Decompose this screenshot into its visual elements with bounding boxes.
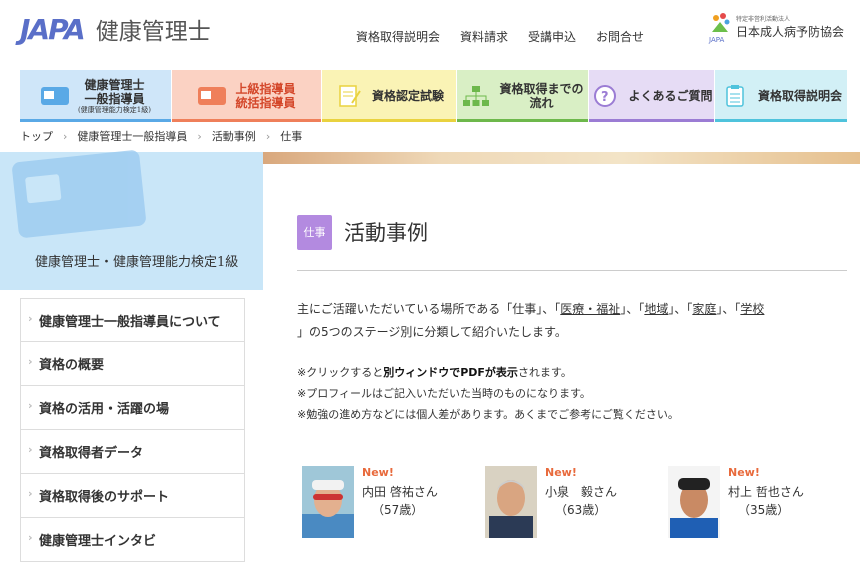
intro-sep: 」、「 (716, 302, 741, 316)
breadcrumb-home[interactable]: トップ (20, 128, 53, 144)
sidebar-menu: 健康管理士一般指導員について 資格の概要 資格の活用・活躍の場 資格取得者データ… (20, 298, 245, 562)
org-emblem-icon: JAPA (708, 12, 732, 44)
breadcrumb-cases[interactable]: 活動事例 (212, 128, 256, 144)
gnav-accent-bar (589, 119, 714, 122)
gnav-label: 上級指導員 統括指導員 (235, 82, 296, 110)
person-photo (668, 466, 720, 538)
breadcrumb-instructor[interactable]: 健康管理士一般指導員 (77, 128, 187, 144)
category-tag: 仕事 (297, 214, 332, 250)
topnav-contact-link[interactable]: お問合せ (596, 28, 644, 45)
clipboard-icon (720, 85, 758, 107)
logo-mark: JAPA (20, 12, 86, 46)
sidebar-item-support[interactable]: 資格取得後のサポート (20, 474, 245, 518)
gnav-seminar[interactable]: 資格取得説明会 (715, 70, 848, 122)
link-home[interactable]: 家庭 (692, 302, 716, 316)
gnav-accent-bar (172, 119, 321, 122)
person-age: （63歳） (555, 503, 607, 517)
intro-pre: 主にご活躍いただいている場所である「仕事」、「 (297, 302, 561, 316)
person-age: （57歳） (372, 503, 424, 517)
gnav-faq[interactable]: ? よくあるご質問 (589, 70, 715, 122)
org-name: 日本成人病予防協会 (736, 25, 845, 39)
new-badge: New! (728, 466, 760, 479)
title-divider (297, 270, 847, 271)
person-photo (302, 466, 354, 538)
breadcrumb-current: 仕事 (280, 130, 303, 143)
note-pdf: ※クリックすると別ウィンドウでPDFが表示されます。 (297, 366, 572, 379)
flowchart-icon (461, 85, 499, 107)
gnav-instructor[interactable]: 健康管理士 一般指導員 (健康管理能力検定1級) (20, 70, 172, 122)
link-medical[interactable]: 医療・福祉 (560, 302, 620, 316)
gnav-accent-bar (20, 119, 171, 122)
sidebar-item-data[interactable]: 資格取得者データ (20, 430, 245, 474)
person-name: 内田 啓祐さん (362, 485, 438, 499)
breadcrumb: トップ › 健康管理士一般指導員 › 活動事例 › 仕事 (20, 128, 302, 144)
logo-text: 健康管理士 (95, 19, 211, 45)
breadcrumb-separator-icon: › (63, 129, 68, 143)
page-title-row: 仕事 活動事例 (297, 214, 847, 250)
topnav-apply-link[interactable]: 受講申込 (528, 28, 576, 45)
link-school[interactable]: 学校 (740, 302, 764, 316)
intro-sep: 」、「 (668, 302, 693, 316)
topnav-brochure-link[interactable]: 資料請求 (460, 28, 508, 45)
org-type: 特定非営利活動法人 (736, 16, 791, 23)
topnav-seminar-link[interactable]: 資格取得説明会 (356, 28, 440, 45)
intro-post: 」の5つのステージ別に分類して紹介いたします。 (297, 325, 567, 339)
gnav-senior[interactable]: 上級指導員 統括指導員 (172, 70, 322, 122)
note-profile: ※プロフィールはご記入いただいた当時のものになります。 (297, 387, 591, 400)
person-name: 村上 哲也さん (728, 485, 804, 499)
gnav-label: 資格取得説明会 (757, 89, 842, 103)
site-logo[interactable]: JAPA 健康管理士 (20, 12, 211, 46)
intro-text: 主にご活躍いただいている場所である「仕事」、「医療・福祉」、「地域」、「家庭」、… (297, 298, 842, 344)
site-header: JAPA 健康管理士 資格取得説明会 資料請求 受講申込 お問合せ JAPA 特… (0, 0, 860, 70)
link-community[interactable]: 地域 (644, 302, 668, 316)
new-badge: New! (545, 466, 577, 479)
person-card[interactable]: New! 内田 啓祐さん （57歳） (302, 466, 482, 538)
note-study: ※勉強の進め方などには個人差があります。あくまでご参考にご覧ください。 (297, 408, 679, 421)
person-name: 小泉 毅さん (545, 485, 618, 499)
header-banner-image (263, 152, 860, 164)
gnav-accent-bar (322, 119, 456, 122)
page-title: 活動事例 (344, 221, 428, 245)
question-icon: ? (590, 85, 628, 107)
license-card-icon (11, 149, 147, 239)
breadcrumb-separator-icon: › (197, 129, 202, 143)
gnav-flow[interactable]: 資格取得までの 流れ (457, 70, 589, 122)
gnav-exam[interactable]: 資格認定試験 (322, 70, 457, 122)
gnav-label: よくあるご質問 (628, 89, 713, 103)
document-pen-icon (334, 85, 372, 107)
sidebar-item-usage[interactable]: 資格の活用・活躍の場 (20, 386, 245, 430)
sidebar-item-interview[interactable]: 健康管理士インタビ (20, 518, 245, 562)
svg-text:?: ? (601, 90, 609, 105)
person-photo (485, 466, 537, 538)
sidebar-title: 健康管理士・健康管理能力検定1級 (35, 255, 239, 270)
card-icon (197, 85, 235, 107)
main-content: 仕事 活動事例 (297, 214, 847, 250)
top-nav: 資格取得説明会 資料請求 受講申込 お問合せ (356, 28, 664, 45)
person-age: （35歳） (738, 503, 790, 517)
person-card[interactable]: New! 村上 哲也さん （35歳） (668, 466, 848, 538)
gnav-label: 健康管理士 一般指導員 (健康管理能力検定1級) (78, 77, 151, 114)
sidebar-item-overview[interactable]: 資格の概要 (20, 342, 245, 386)
org-logo[interactable]: JAPA 特定非営利活動法人 日本成人病予防協会 (708, 12, 844, 44)
notes: ※クリックすると別ウィンドウでPDFが表示されます。 ※プロフィールはご記入いた… (297, 362, 679, 425)
person-card[interactable]: New! 小泉 毅さん （63歳） (485, 466, 665, 538)
gnav-label: 資格取得までの 流れ (499, 82, 584, 110)
sidebar-item-about[interactable]: 健康管理士一般指導員について (20, 298, 245, 342)
global-nav: 健康管理士 一般指導員 (健康管理能力検定1級) 上級指導員 統括指導員 資格認定試験 資格… (20, 70, 848, 122)
card-icon (40, 85, 78, 107)
breadcrumb-separator-icon: › (265, 129, 271, 143)
gnav-accent-bar (715, 119, 847, 122)
new-badge: New! (362, 466, 394, 479)
gnav-label: 資格認定試験 (371, 89, 444, 103)
org-emblem-abbr: JAPA (708, 36, 725, 44)
intro-sep: 」、「 (620, 302, 645, 316)
gnav-accent-bar (457, 119, 588, 122)
